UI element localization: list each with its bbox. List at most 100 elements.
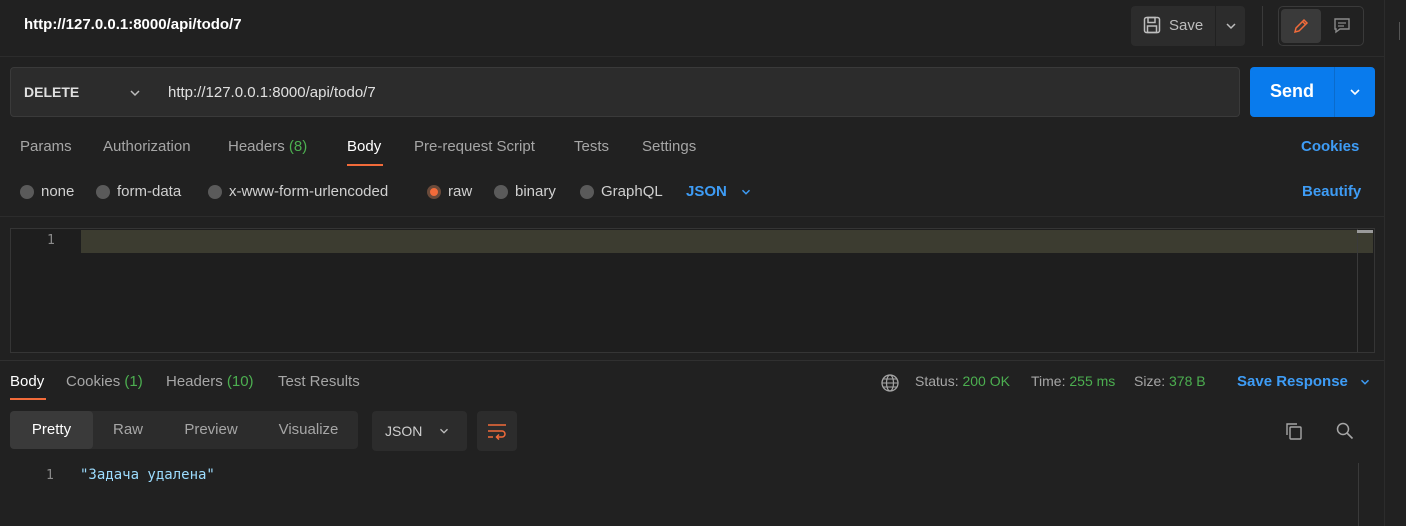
radio-urlencoded-label: x-www-form-urlencoded: [229, 183, 389, 200]
response-tab-headers-label: Headers: [166, 373, 223, 390]
chevron-down-icon: [440, 428, 448, 434]
body-language-label: JSON: [686, 183, 727, 200]
tab-params[interactable]: Params: [20, 138, 72, 155]
editor-scrollbar[interactable]: [1357, 229, 1358, 352]
mode-toggle: [1278, 6, 1364, 46]
pane-splitter[interactable]: [0, 360, 1384, 361]
status-indicator[interactable]: Status: 200 OK: [915, 373, 1010, 389]
response-view-switcher: Pretty Raw Preview Visualize: [10, 411, 358, 449]
radio-dot: [208, 184, 222, 199]
editor-line-number: 1: [47, 233, 55, 248]
time-indicator[interactable]: Time: 255 ms: [1031, 373, 1115, 389]
globe-icon[interactable]: [880, 373, 900, 393]
view-visualize-button[interactable]: Visualize: [259, 411, 358, 449]
radio-graphql[interactable]: GraphQL: [580, 183, 663, 200]
response-format-select[interactable]: JSON: [372, 411, 467, 451]
tab-headers-count: (8): [288, 138, 308, 155]
response-tab-headers[interactable]: Headers (10): [166, 373, 254, 390]
radio-none-label: none: [41, 183, 75, 200]
tab-prerequest-script[interactable]: Pre-request Script: [414, 138, 535, 155]
response-line-number: 1: [46, 468, 54, 483]
view-raw-button[interactable]: Raw: [93, 411, 163, 449]
response-tab-cookies[interactable]: Cookies (1): [66, 373, 143, 390]
radio-binary-label: binary: [515, 183, 556, 200]
tab-settings[interactable]: Settings: [642, 138, 696, 155]
cookies-link[interactable]: Cookies: [1301, 138, 1359, 155]
body-language-select[interactable]: JSON: [686, 183, 753, 200]
radio-raw[interactable]: raw: [427, 183, 472, 200]
response-tab-test-results[interactable]: Test Results: [278, 373, 360, 390]
radio-dot: [580, 184, 594, 199]
right-sidebar-strip: [1384, 0, 1406, 526]
radio-dot: [494, 184, 508, 199]
tab-headers-label: Headers: [228, 138, 285, 155]
save-button[interactable]: Save: [1169, 17, 1203, 34]
comment-icon: [1334, 18, 1350, 34]
method-select[interactable]: DELETE: [10, 67, 155, 117]
send-divider: [1334, 67, 1335, 117]
response-tab-cookies-count: (1): [124, 373, 143, 390]
radio-raw-label: raw: [448, 183, 473, 200]
edit-mode-button[interactable]: [1281, 9, 1321, 43]
chevron-down-icon: [1360, 379, 1369, 385]
save-response-label: Save Response: [1237, 373, 1348, 390]
response-tab-cookies-label: Cookies: [66, 373, 121, 390]
method-label: DELETE: [24, 84, 80, 100]
wrap-lines-button[interactable]: [477, 411, 517, 451]
chevron-down-icon[interactable]: [1347, 84, 1363, 100]
save-icon: [1143, 16, 1161, 34]
status-value: 200 OK: [962, 373, 1010, 389]
time-label: Time:: [1031, 373, 1066, 389]
send-button-group: Send: [1250, 67, 1375, 117]
editor-scrollbar-thumb[interactable]: [1357, 230, 1373, 233]
search-icon[interactable]: [1335, 421, 1355, 441]
radio-dot: [96, 184, 110, 199]
response-format-label: JSON: [385, 423, 423, 439]
request-body-editor[interactable]: 1: [10, 228, 1375, 353]
tab-tests[interactable]: Tests: [574, 138, 609, 155]
active-tab-indicator: [347, 164, 383, 166]
chevron-down-icon: [741, 189, 750, 195]
copy-icon[interactable]: [1284, 421, 1304, 441]
response-body-text[interactable]: "Задача удалена": [80, 467, 215, 483]
size-value: 378 B: [1169, 373, 1206, 389]
save-divider: [1215, 6, 1216, 46]
radio-dot: [20, 184, 34, 199]
view-pretty-button[interactable]: Pretty: [10, 411, 93, 449]
wrap-lines-icon: [488, 424, 506, 440]
time-value: 255 ms: [1069, 373, 1116, 389]
tab-body[interactable]: Body: [347, 138, 381, 155]
radio-none[interactable]: none: [20, 183, 74, 200]
comment-mode-button[interactable]: [1323, 9, 1361, 43]
body-divider: [0, 216, 1384, 217]
response-tab-body[interactable]: Body: [10, 373, 44, 390]
radio-graphql-label: GraphQL: [601, 183, 663, 200]
chevron-down-icon[interactable]: [1223, 18, 1239, 34]
response-tab-headers-count: (10): [226, 373, 254, 390]
response-active-tab-indicator: [10, 398, 46, 400]
url-input[interactable]: http://127.0.0.1:8000/api/todo/7: [154, 67, 1240, 117]
status-label: Status:: [915, 373, 959, 389]
tab-authorization[interactable]: Authorization: [103, 138, 191, 155]
radio-dot-selected: [427, 184, 441, 199]
send-button[interactable]: Send: [1270, 81, 1314, 102]
radio-form-data-label: form-data: [117, 183, 182, 200]
radio-form-data[interactable]: form-data: [96, 183, 181, 200]
current-line-highlight: [81, 230, 1373, 253]
radio-urlencoded[interactable]: x-www-form-urlencoded: [208, 183, 388, 200]
url-value: http://127.0.0.1:8000/api/todo/7: [168, 84, 376, 101]
header-divider: [0, 56, 1384, 57]
header-separator: [1262, 6, 1263, 46]
response-scrollbar[interactable]: [1358, 463, 1359, 526]
beautify-link[interactable]: Beautify: [1302, 183, 1361, 200]
sidebar-divider: [1399, 22, 1400, 40]
tab-headers[interactable]: Headers (8): [228, 138, 307, 155]
view-preview-button[interactable]: Preview: [163, 411, 259, 449]
chevron-down-icon: [130, 90, 140, 97]
request-title[interactable]: http://127.0.0.1:8000/api/todo/7: [24, 16, 242, 33]
save-response-button[interactable]: Save Response: [1237, 373, 1372, 390]
radio-binary[interactable]: binary: [494, 183, 556, 200]
pencil-icon: [1293, 18, 1309, 34]
size-indicator[interactable]: Size: 378 B: [1134, 373, 1206, 389]
save-button-group: Save: [1131, 6, 1245, 46]
